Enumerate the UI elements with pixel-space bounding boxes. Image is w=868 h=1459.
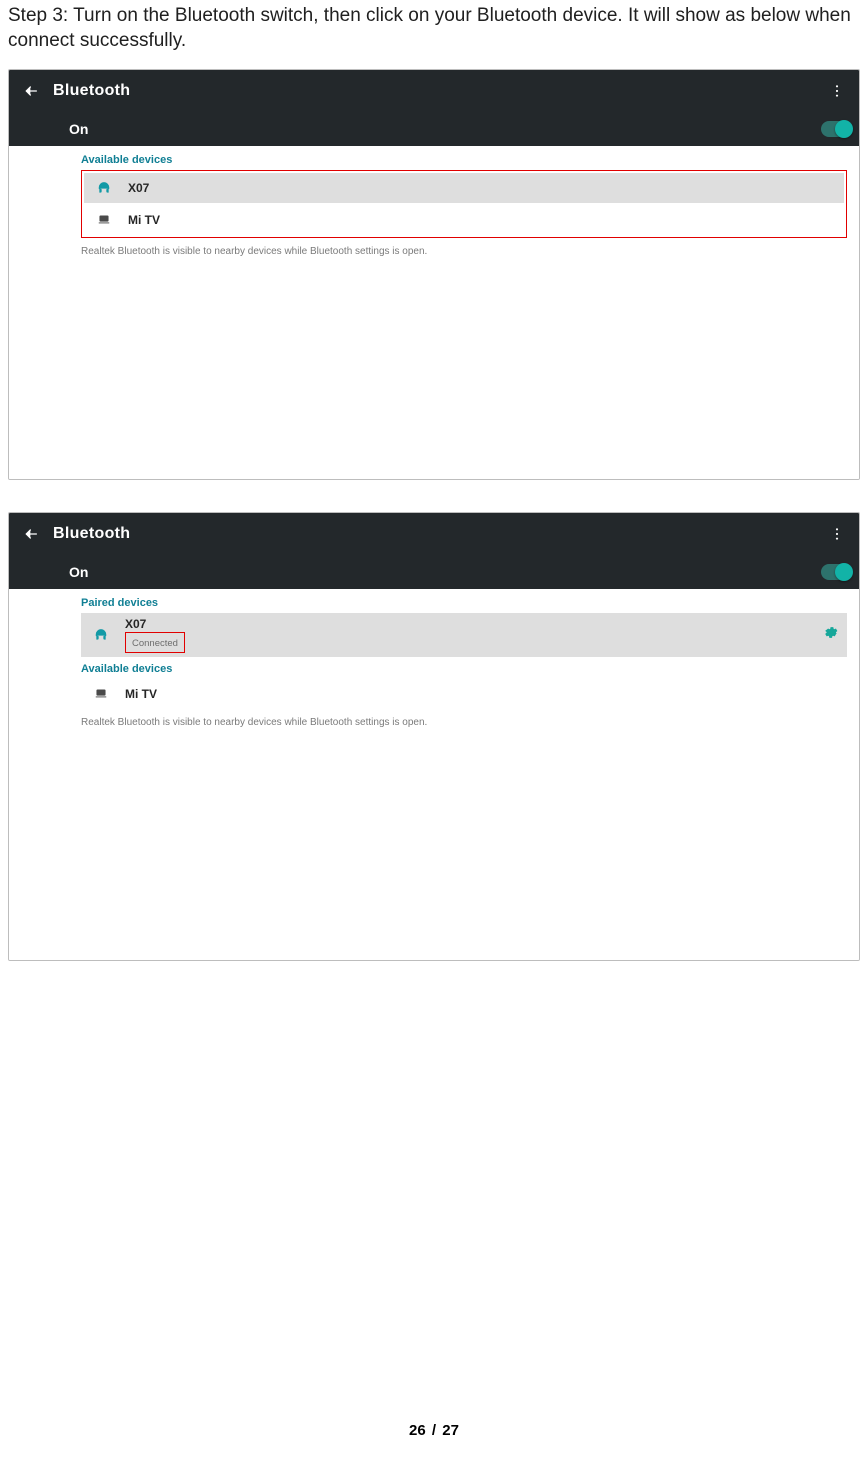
appbar-title: Bluetooth bbox=[53, 525, 130, 543]
device-name: Mi TV bbox=[128, 213, 160, 227]
back-button[interactable] bbox=[17, 83, 45, 99]
device-row-x07[interactable]: X07 bbox=[84, 173, 844, 203]
headphones-icon bbox=[97, 181, 111, 195]
on-label: On bbox=[69, 564, 88, 580]
page-number: 26 / 27 bbox=[0, 1422, 868, 1439]
section-available-header: Available devices bbox=[81, 154, 847, 166]
appbar-title: Bluetooth bbox=[53, 82, 130, 100]
section-available-header: Available devices bbox=[81, 663, 847, 675]
back-button[interactable] bbox=[17, 526, 45, 542]
kebab-icon bbox=[829, 83, 845, 99]
section-paired-header: Paired devices bbox=[81, 597, 847, 609]
laptop-icon bbox=[97, 213, 111, 227]
overflow-button[interactable] bbox=[823, 83, 851, 99]
headphones-icon bbox=[94, 628, 108, 642]
laptop-icon bbox=[94, 687, 108, 701]
kebab-icon bbox=[829, 526, 845, 542]
device-row-mitv[interactable]: Mi TV bbox=[84, 205, 844, 235]
visibility-note: Realtek Bluetooth is visible to nearby d… bbox=[81, 246, 847, 257]
visibility-note: Realtek Bluetooth is visible to nearby d… bbox=[81, 717, 847, 728]
bluetooth-toggle[interactable] bbox=[821, 564, 851, 580]
device-row-x07[interactable]: X07 Connected bbox=[81, 613, 847, 657]
device-settings-button[interactable] bbox=[823, 625, 839, 646]
device-row-mitv[interactable]: Mi TV bbox=[81, 679, 847, 709]
gear-icon bbox=[823, 625, 839, 641]
bluetooth-toggle[interactable] bbox=[821, 121, 851, 137]
highlight-box: X07 Mi TV bbox=[81, 170, 847, 238]
app-bar: Bluetooth bbox=[9, 70, 859, 112]
screenshot-2: Bluetooth On Paired devices bbox=[0, 508, 868, 969]
device-name: X07 bbox=[128, 181, 149, 195]
device-status: Connected bbox=[132, 638, 178, 649]
toggle-row[interactable]: On bbox=[9, 555, 859, 589]
highlight-box: Connected bbox=[125, 632, 185, 653]
arrow-left-icon bbox=[23, 83, 39, 99]
overflow-button[interactable] bbox=[823, 526, 851, 542]
device-name: X07 bbox=[125, 617, 185, 631]
device-name: Mi TV bbox=[125, 687, 157, 701]
arrow-left-icon bbox=[23, 526, 39, 542]
app-bar: Bluetooth bbox=[9, 513, 859, 555]
toggle-row[interactable]: On bbox=[9, 112, 859, 146]
on-label: On bbox=[69, 121, 88, 137]
step-intro: Step 3: Turn on the Bluetooth switch, th… bbox=[0, 0, 868, 65]
screenshot-1: Bluetooth On Available devices bbox=[0, 65, 868, 488]
